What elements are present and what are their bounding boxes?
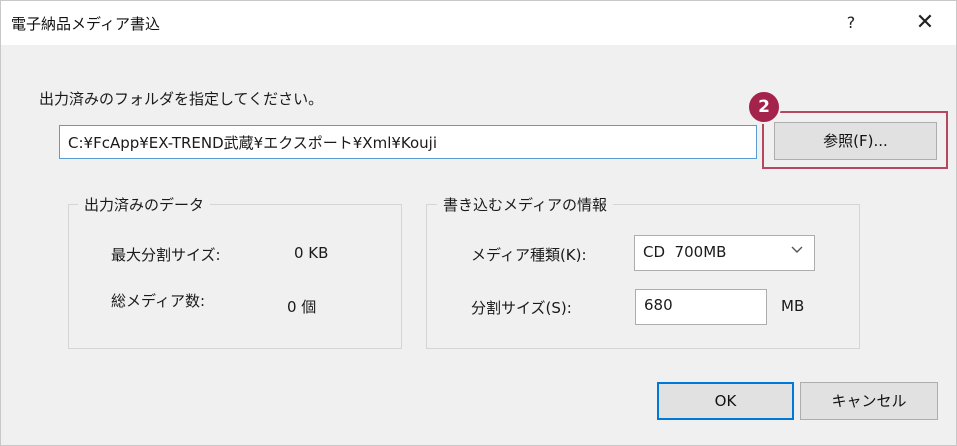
media-count-value: 0 個: [287, 298, 317, 316]
split-size-label: 分割サイズ(S):: [471, 299, 572, 317]
cancel-button[interactable]: キャンセル: [800, 382, 938, 420]
instruction-text: 出力済みのフォルダを指定してください。: [39, 90, 324, 108]
media-type-label: メディア種類(K):: [471, 246, 587, 264]
media-type-value: CD 700MB: [643, 243, 727, 261]
media-type-select[interactable]: CD 700MB: [634, 235, 815, 271]
help-icon[interactable]: ?: [839, 13, 863, 33]
step-badge: 2: [747, 90, 781, 124]
max-split-size-value: 0 KB: [294, 244, 329, 262]
max-split-size-label: 最大分割サイズ:: [111, 246, 221, 264]
browse-button[interactable]: 参照(F)...: [774, 122, 937, 160]
close-icon[interactable]: ✕: [913, 12, 937, 35]
title-bar: 電子納品メディア書込 ? ✕: [1, 1, 956, 45]
split-size-field[interactable]: 680: [635, 289, 767, 325]
media-group-title: 書き込むメディアの情報: [437, 194, 613, 215]
ok-button[interactable]: OK: [657, 382, 794, 420]
split-size-unit: MB: [781, 297, 805, 315]
window-title: 電子納品メディア書込: [11, 15, 160, 33]
media-info-group: [426, 204, 860, 349]
media-count-label: 総メディア数:: [111, 292, 206, 310]
media-write-dialog: 電子納品メディア書込 ? ✕ 出力済みのフォルダを指定してください。 C:¥Fc…: [0, 0, 957, 446]
chevron-down-icon: [791, 246, 803, 253]
folder-path-field[interactable]: C:¥FcApp¥EX-TREND武蔵¥エクスポート¥Xml¥Kouji: [59, 125, 757, 159]
output-group-title: 出力済みのデータ: [78, 194, 211, 215]
output-data-group: [68, 204, 402, 349]
